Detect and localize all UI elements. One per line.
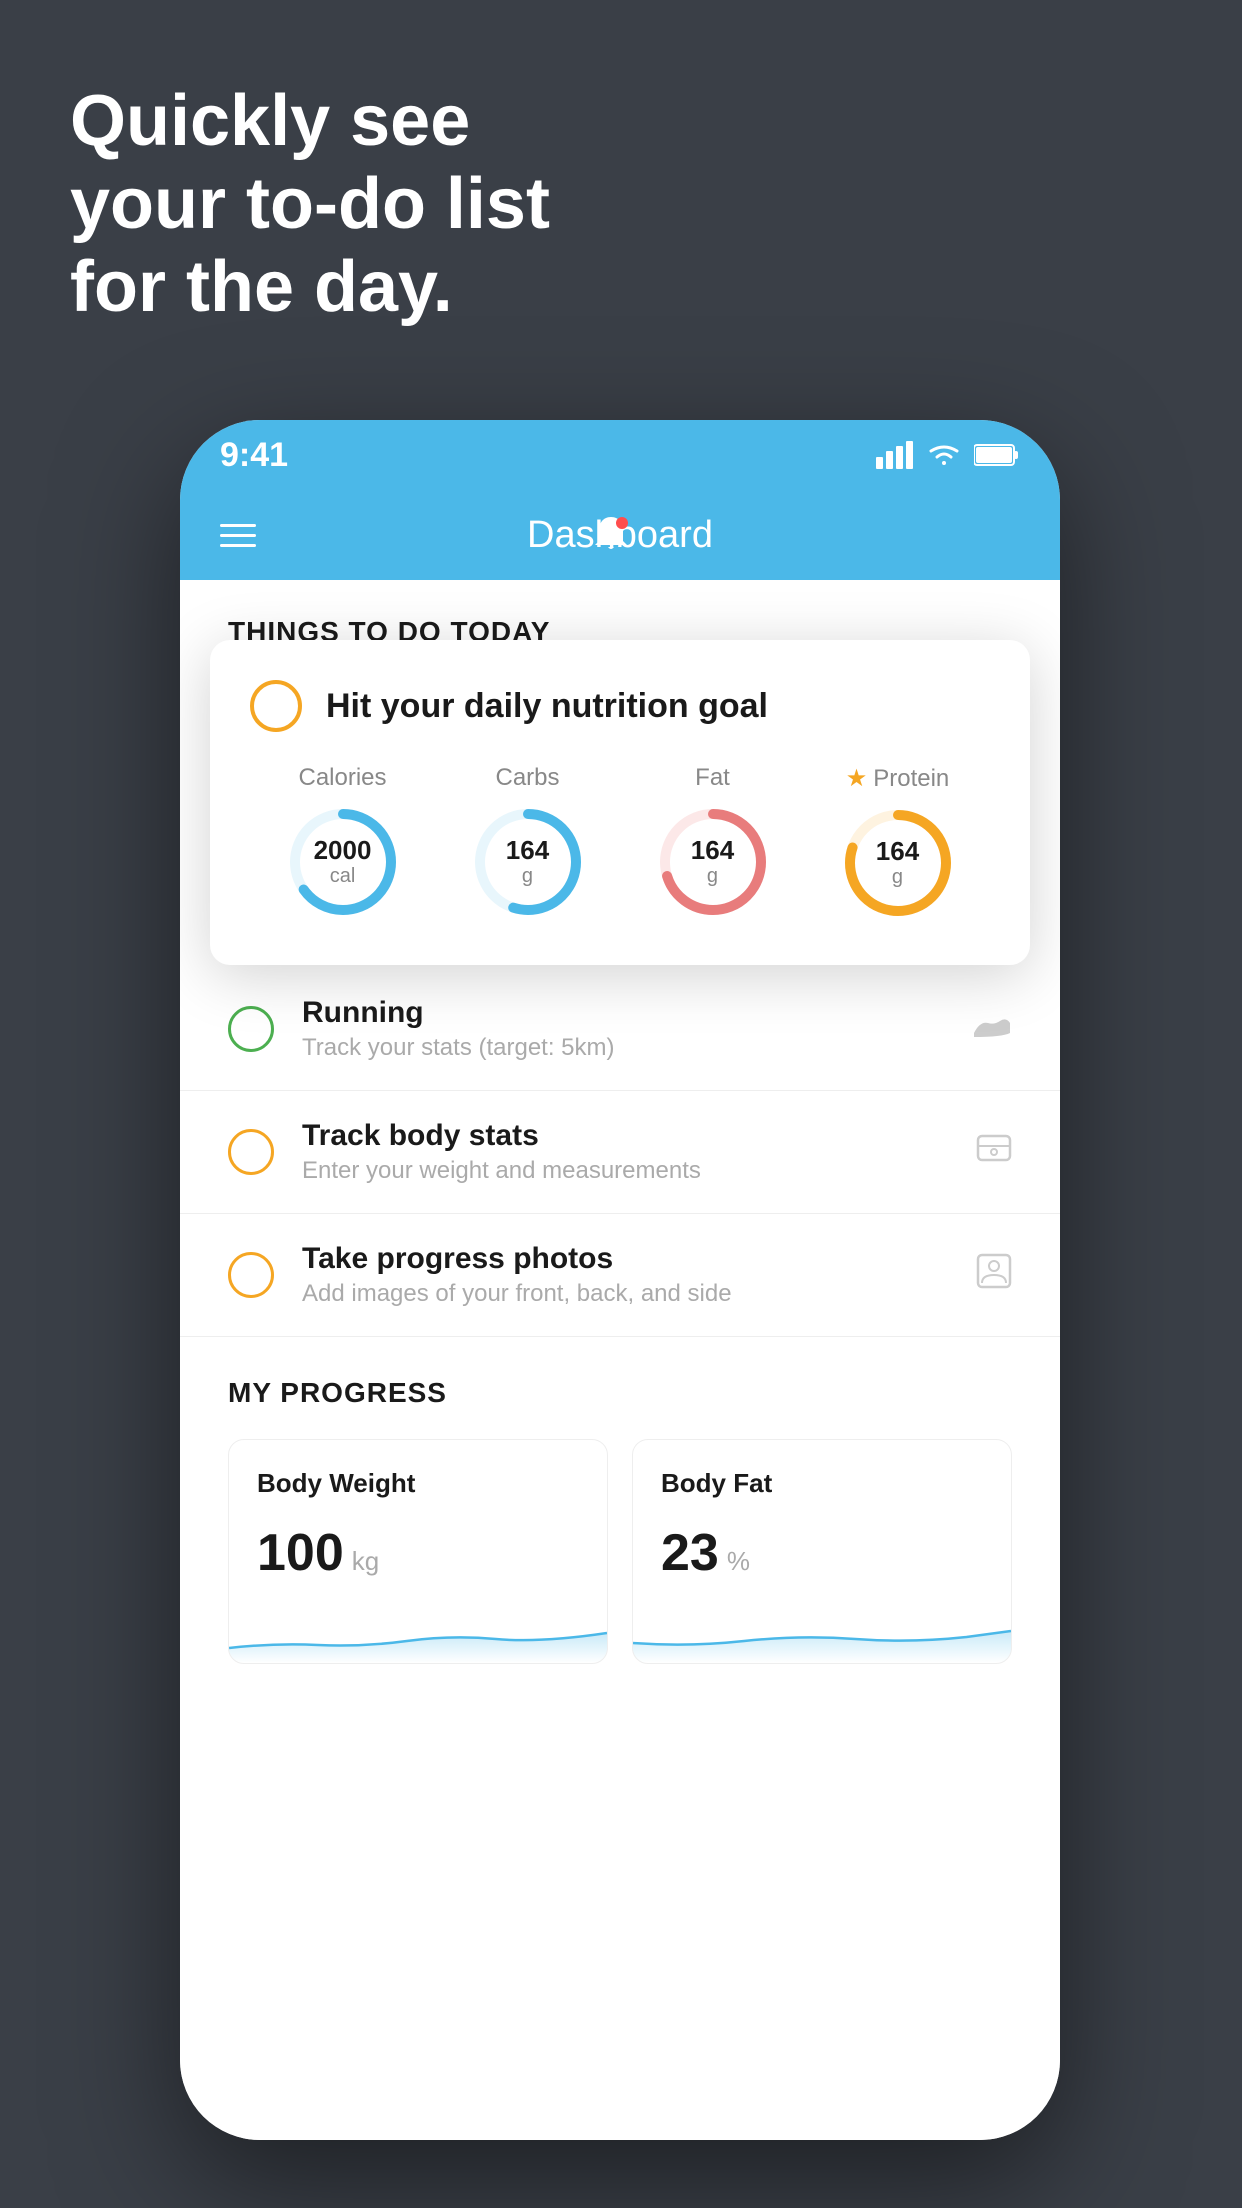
todo-sub-running: Track your stats (target: 5km): [302, 1034, 944, 1062]
body-weight-unit: kg: [352, 1546, 379, 1577]
nutrition-check-circle[interactable]: [250, 680, 302, 732]
protein-item: ★ Protein 164 g: [840, 764, 956, 921]
calories-ring: 2000 cal: [285, 804, 401, 920]
fat-value: 164: [691, 836, 734, 865]
calories-unit: cal: [314, 865, 372, 888]
star-icon: ★: [846, 764, 868, 793]
body-fat-title: Body Fat: [661, 1468, 983, 1499]
todo-circle-running: [228, 1006, 274, 1052]
carbs-ring: 164 g: [470, 804, 586, 920]
progress-heading: MY PROGRESS: [228, 1377, 1012, 1409]
wifi-icon: [926, 441, 962, 469]
todo-text-running: Running Track your stats (target: 5km): [302, 996, 944, 1062]
todo-circle-body-stats: [228, 1129, 274, 1175]
status-time: 9:41: [220, 436, 288, 475]
calories-item: Calories 2000 cal: [285, 764, 401, 920]
carbs-label: Carbs: [495, 764, 559, 792]
nav-bar: Dashboard: [180, 490, 1060, 580]
bell-icon: [589, 513, 633, 557]
hamburger-menu[interactable]: [220, 524, 256, 547]
hero-line1: Quickly see: [70, 80, 550, 163]
todo-item-body-stats[interactable]: Track body stats Enter your weight and m…: [180, 1091, 1060, 1214]
fat-item: Fat 164 g: [655, 764, 771, 920]
hero-text: Quickly see your to-do list for the day.: [70, 80, 550, 328]
status-bar: 9:41: [180, 420, 1060, 490]
progress-section: MY PROGRESS Body Weight 100 kg: [180, 1337, 1060, 1704]
todo-title-photos: Take progress photos: [302, 1242, 948, 1276]
phone-mockup: 9:41 D: [180, 420, 1060, 2140]
fat-label: Fat: [695, 764, 730, 792]
body-weight-title: Body Weight: [257, 1468, 579, 1499]
body-weight-card[interactable]: Body Weight 100 kg: [228, 1439, 608, 1664]
protein-ring: 164 g: [840, 805, 956, 921]
content-area: THINGS TO DO TODAY Hit your daily nutrit…: [180, 580, 1060, 2140]
carbs-item: Carbs 164 g: [470, 764, 586, 920]
todo-title-running: Running: [302, 996, 944, 1030]
signal-icon: [876, 441, 914, 469]
fat-unit: g: [691, 865, 734, 888]
nutrition-circles: Calories 2000 cal Carbs: [250, 764, 990, 921]
carbs-unit: g: [506, 865, 549, 888]
scale-icon: [976, 1130, 1012, 1175]
body-fat-value: 23: [661, 1523, 719, 1583]
hero-line3: for the day.: [70, 246, 550, 329]
todo-item-running[interactable]: Running Track your stats (target: 5km): [180, 968, 1060, 1091]
body-fat-chart: [633, 1603, 1011, 1663]
todo-circle-photos: [228, 1252, 274, 1298]
protein-unit: g: [876, 866, 919, 889]
status-icons: [876, 441, 1020, 469]
nutrition-card[interactable]: Hit your daily nutrition goal Calories 2…: [210, 640, 1030, 965]
carbs-value: 164: [506, 836, 549, 865]
todo-sub-body-stats: Enter your weight and measurements: [302, 1157, 948, 1185]
protein-value: 164: [876, 837, 919, 866]
todo-sub-photos: Add images of your front, back, and side: [302, 1280, 948, 1308]
todo-title-body-stats: Track body stats: [302, 1119, 948, 1153]
body-weight-chart: [229, 1603, 607, 1663]
body-weight-value: 100: [257, 1523, 344, 1583]
todo-text-body-stats: Track body stats Enter your weight and m…: [302, 1119, 948, 1185]
battery-icon: [974, 443, 1020, 467]
body-fat-card[interactable]: Body Fat 23 %: [632, 1439, 1012, 1664]
protein-label: ★ Protein: [846, 764, 950, 793]
todo-list: Running Track your stats (target: 5km) T…: [180, 968, 1060, 1337]
todo-text-photos: Take progress photos Add images of your …: [302, 1242, 948, 1308]
running-shoe-icon: [972, 1008, 1012, 1050]
nutrition-card-title: Hit your daily nutrition goal: [326, 687, 768, 726]
progress-cards: Body Weight 100 kg: [228, 1439, 1012, 1664]
calories-value: 2000: [314, 836, 372, 865]
hero-line2: your to-do list: [70, 163, 550, 246]
todo-item-photos[interactable]: Take progress photos Add images of your …: [180, 1214, 1060, 1337]
fat-ring: 164 g: [655, 804, 771, 920]
calories-label: Calories: [298, 764, 386, 792]
person-icon: [976, 1253, 1012, 1298]
body-fat-unit: %: [727, 1546, 750, 1577]
